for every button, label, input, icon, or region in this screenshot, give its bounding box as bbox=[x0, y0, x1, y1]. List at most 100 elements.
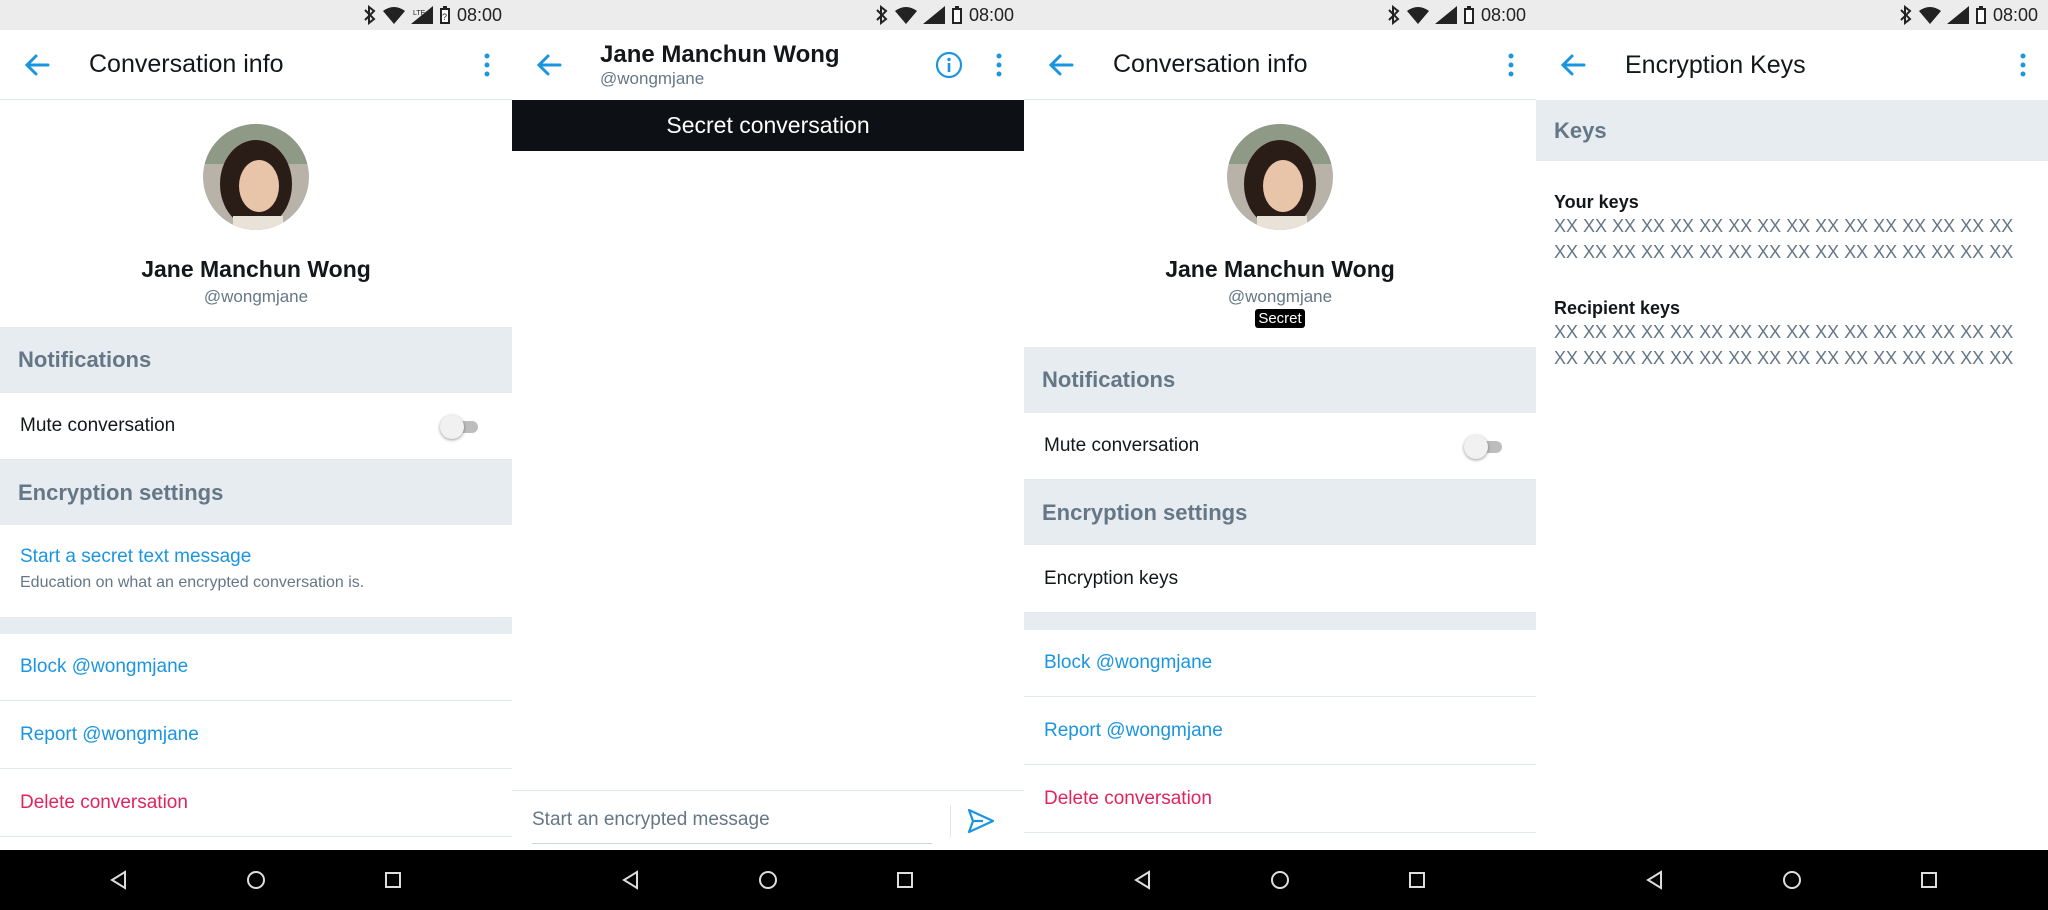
back-button[interactable] bbox=[0, 30, 74, 100]
encryption-keys-row[interactable]: Encryption keys bbox=[1024, 545, 1536, 613]
avatar[interactable] bbox=[203, 124, 309, 230]
toggle-knob bbox=[1464, 435, 1488, 459]
conversation-handle: @wongmjane bbox=[600, 69, 705, 88]
recipient-keys-line-1: XX XX XX XX XX XX XX XX XX XX XX XX XX X… bbox=[1554, 322, 2014, 342]
nav-back-icon[interactable] bbox=[621, 870, 641, 890]
message-composer: Start an encrypted message bbox=[512, 790, 1024, 850]
secret-message-row[interactable]: Start a secret text message Education on… bbox=[0, 546, 512, 592]
back-button[interactable] bbox=[1536, 30, 1610, 100]
system-nav-bar bbox=[1024, 850, 1536, 910]
nav-recents-icon[interactable] bbox=[1407, 870, 1427, 890]
nav-home-icon[interactable] bbox=[246, 870, 266, 890]
block-user-row[interactable]: Block @wongmjane bbox=[0, 634, 512, 701]
block-user-row[interactable]: Block @wongmjane bbox=[1024, 630, 1536, 697]
nav-recents-icon[interactable] bbox=[895, 870, 915, 890]
system-nav-bar bbox=[1536, 850, 2048, 910]
profile-header: Jane Manchun Wong @wongmjane bbox=[0, 100, 512, 307]
conversation-name: Jane Manchun Wong bbox=[600, 41, 840, 68]
nav-back-icon[interactable] bbox=[1133, 870, 1153, 890]
back-arrow-icon bbox=[1560, 54, 1586, 76]
cell-signal-icon bbox=[922, 6, 945, 24]
page-title: Conversation info bbox=[89, 50, 284, 78]
app-bar: Conversation info bbox=[0, 30, 512, 100]
status-time: 08:00 bbox=[1992, 4, 2038, 25]
nav-home-icon[interactable] bbox=[1270, 870, 1290, 890]
secret-conversation-banner: Secret conversation bbox=[512, 100, 1024, 151]
secret-message-title: Start a secret text message bbox=[20, 546, 252, 567]
profile-handle: @wongmjane bbox=[1227, 287, 1333, 306]
section-header-encryption: Encryption settings bbox=[1024, 480, 1536, 545]
section-header-keys: Keys bbox=[1536, 100, 2048, 161]
mute-conversation-row[interactable]: Mute conversation bbox=[1024, 413, 1536, 480]
more-vertical-icon bbox=[484, 53, 490, 76]
more-vertical-icon bbox=[2020, 53, 2026, 77]
avatar[interactable] bbox=[1227, 124, 1333, 230]
nav-back-icon[interactable] bbox=[1645, 870, 1665, 890]
status-bar: LTE ? 08:00 bbox=[0, 0, 512, 30]
system-nav-bar bbox=[0, 850, 512, 910]
nav-back-icon[interactable] bbox=[109, 870, 129, 890]
app-bar: Encryption Keys bbox=[1536, 30, 2048, 100]
overflow-menu-button[interactable] bbox=[974, 30, 1024, 100]
overflow-menu-button[interactable] bbox=[1486, 30, 1536, 100]
nav-home-icon[interactable] bbox=[1782, 870, 1802, 890]
status-bar: 08:00 bbox=[1536, 0, 2048, 30]
report-user-row[interactable]: Report @wongmjane bbox=[1024, 697, 1536, 765]
delete-conversation-row[interactable]: Delete conversation bbox=[1024, 765, 1536, 833]
battery-icon bbox=[1463, 6, 1474, 24]
battery-icon bbox=[1975, 6, 1986, 24]
more-vertical-icon bbox=[1508, 53, 1514, 76]
conversation-header[interactable]: Jane Manchun Wong @wongmjane bbox=[586, 41, 924, 89]
battery-icon bbox=[951, 6, 962, 24]
back-arrow-icon bbox=[24, 54, 50, 75]
wifi-icon bbox=[1918, 7, 1941, 24]
cell-signal-icon bbox=[1434, 6, 1457, 24]
more-vertical-icon bbox=[996, 53, 1002, 77]
app-bar: Conversation info bbox=[1024, 30, 1536, 100]
divider-gap bbox=[0, 617, 512, 634]
mute-toggle[interactable] bbox=[1464, 435, 1502, 459]
section-header-notifications: Notifications bbox=[0, 327, 512, 393]
svg-text:?: ? bbox=[442, 12, 447, 22]
status-bar: 08:00 bbox=[1024, 0, 1536, 30]
send-button[interactable] bbox=[951, 808, 1011, 834]
back-button[interactable] bbox=[512, 30, 586, 100]
screen-conversation-info-secret: 08:00 Conversation info Jane Manchun Won… bbox=[1024, 0, 1536, 910]
system-nav-bar bbox=[512, 850, 1024, 910]
status-bar: 08:00 bbox=[512, 0, 1024, 30]
info-button[interactable] bbox=[924, 30, 974, 100]
wifi-icon bbox=[1406, 7, 1429, 24]
overflow-menu-button[interactable] bbox=[462, 30, 512, 100]
section-header-notifications: Notifications bbox=[1024, 347, 1536, 413]
screen-encryption-keys: 08:00 Encryption Keys Keys Your keys XX … bbox=[1536, 0, 2048, 910]
bluetooth-icon bbox=[1388, 5, 1400, 25]
report-user-row[interactable]: Report @wongmjane bbox=[0, 701, 512, 769]
back-button[interactable] bbox=[1024, 30, 1098, 100]
mute-toggle[interactable] bbox=[440, 415, 478, 439]
nav-recents-icon[interactable] bbox=[383, 870, 403, 890]
page-title: Conversation info bbox=[1113, 50, 1308, 78]
app-bar: Jane Manchun Wong @wongmjane bbox=[512, 30, 1024, 100]
nav-home-icon[interactable] bbox=[758, 870, 778, 890]
screen-secret-conversation: 08:00 Jane Manchun Wong @wongmjane Secre… bbox=[512, 0, 1024, 910]
section-header-encryption: Encryption settings bbox=[0, 460, 512, 525]
your-keys-line-1: XX XX XX XX XX XX XX XX XX XX XX XX XX X… bbox=[1554, 216, 2014, 236]
status-time: 08:00 bbox=[456, 4, 502, 25]
svg-text:LTE: LTE bbox=[413, 10, 426, 17]
mute-conversation-label: Mute conversation bbox=[1044, 435, 1200, 456]
profile-handle: @wongmjane bbox=[203, 287, 309, 306]
bluetooth-icon bbox=[364, 5, 376, 25]
your-keys-title: Your keys bbox=[1554, 192, 1639, 212]
delete-conversation-row[interactable]: Delete conversation bbox=[0, 769, 512, 837]
message-input[interactable]: Start an encrypted message bbox=[532, 798, 932, 844]
your-keys-block: Your keys XX XX XX XX XX XX XX XX XX XX … bbox=[1554, 192, 2034, 265]
mute-conversation-row[interactable]: Mute conversation bbox=[0, 393, 512, 460]
nav-recents-icon[interactable] bbox=[1919, 870, 1939, 890]
page-title: Encryption Keys bbox=[1625, 50, 1806, 79]
secret-message-subtitle: Education on what an encrypted conversat… bbox=[20, 574, 365, 591]
recipient-keys-title: Recipient keys bbox=[1554, 298, 1681, 318]
status-time: 08:00 bbox=[968, 4, 1014, 25]
overflow-menu-button[interactable] bbox=[1998, 30, 2048, 100]
profile-header: Jane Manchun Wong @wongmjane Secret bbox=[1024, 100, 1536, 328]
back-arrow-icon bbox=[1048, 54, 1074, 75]
